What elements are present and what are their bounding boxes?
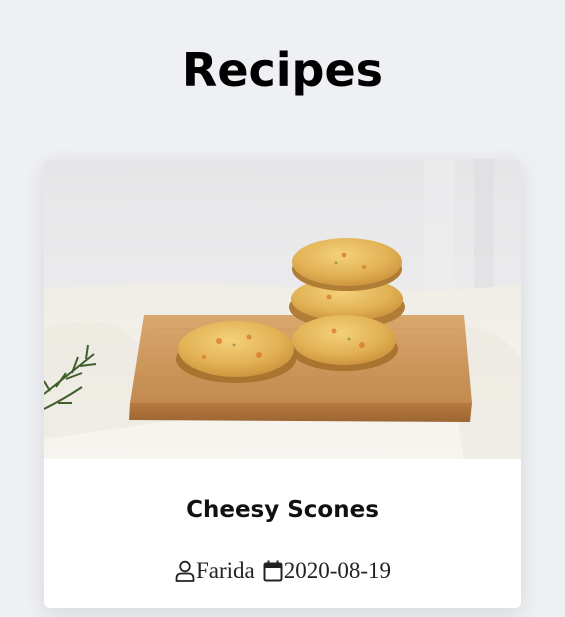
recipe-image[interactable] [44, 159, 521, 459]
recipe-meta: Farida 2020-08-19 [44, 557, 521, 585]
calendar-icon [262, 559, 284, 583]
recipe-title[interactable]: Cheesy Scones [44, 495, 521, 525]
user-icon [174, 559, 196, 583]
recipe-card[interactable]: Cheesy Scones Farida 2020-08-19 [44, 159, 521, 608]
recipe-date: 2020-08-19 [283, 558, 392, 583]
page-title: Recipes [181, 43, 384, 97]
recipe-author: Farida [195, 558, 255, 583]
